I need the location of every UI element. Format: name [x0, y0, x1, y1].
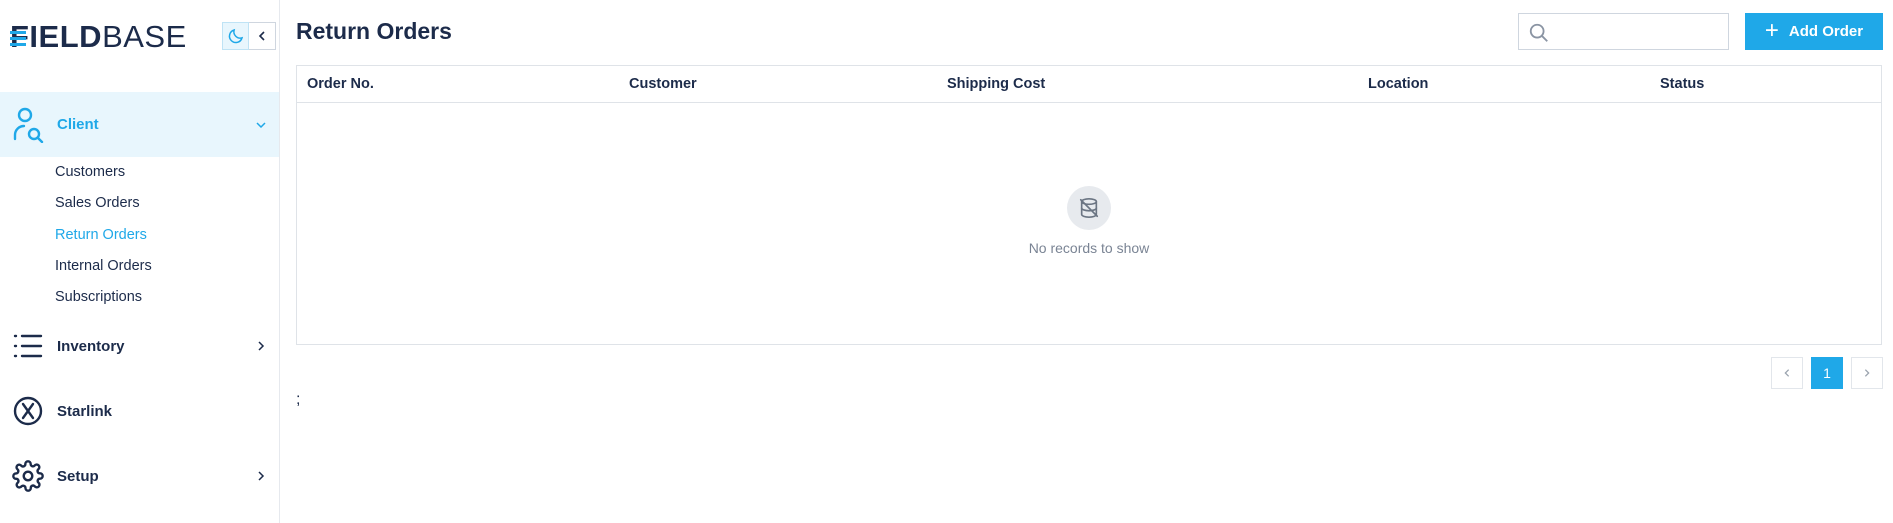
nav-group-label: Starlink — [57, 402, 113, 420]
nav-group-inventory[interactable]: Inventory — [0, 326, 279, 366]
sidebar-item-sales-orders[interactable]: Sales Orders — [55, 195, 140, 211]
sidebar-item-return-orders[interactable]: Return Orders — [55, 227, 147, 243]
moon-icon — [228, 28, 243, 44]
pagination-next-button[interactable] — [1851, 357, 1883, 389]
no-data-icon — [1067, 186, 1111, 230]
search-input[interactable] — [1557, 18, 1722, 46]
sidebar-item-internal-orders[interactable]: Internal Orders — [55, 258, 152, 274]
add-order-button[interactable]: + Add Order — [1745, 13, 1883, 50]
logo-text-light: BASE — [102, 19, 187, 54]
add-order-label: Add Order — [1788, 23, 1864, 40]
stray-text: ; — [296, 391, 301, 408]
page-title: Return Orders — [296, 18, 452, 44]
chevron-right-icon — [1864, 369, 1870, 377]
column-header-shipping-cost[interactable]: Shipping Cost — [947, 76, 1045, 92]
chevron-right-icon — [254, 469, 268, 483]
nav-group-label: Client — [57, 116, 99, 133]
app-logo[interactable]: FIELDBASE — [10, 19, 187, 54]
pagination-page-1[interactable]: 1 — [1811, 357, 1843, 389]
table-header: Order No. Customer Shipping Cost Locatio… — [297, 66, 1881, 103]
collapse-sidebar-button[interactable] — [249, 22, 276, 50]
nav-group-label: Inventory — [57, 337, 125, 355]
chevron-right-icon — [254, 339, 268, 353]
x-circle-icon — [12, 395, 44, 427]
user-search-icon — [12, 107, 44, 143]
plus-icon: + — [1764, 16, 1779, 44]
column-header-customer[interactable]: Customer — [629, 76, 697, 92]
sidebar-item-customers[interactable]: Customers — [55, 164, 125, 180]
chevron-left-icon — [258, 31, 265, 41]
list-icon — [12, 330, 44, 362]
nav-group-setup[interactable]: Setup — [0, 456, 279, 496]
sidebar-item-subscriptions[interactable]: Subscriptions — [55, 289, 142, 305]
empty-state: No records to show — [297, 186, 1881, 256]
orders-table: Order No. Customer Shipping Cost Locatio… — [296, 65, 1882, 345]
chevron-left-icon — [1784, 369, 1790, 377]
sidebar-controls — [222, 22, 276, 50]
theme-toggle-button[interactable] — [222, 22, 249, 50]
empty-state-text: No records to show — [1028, 240, 1150, 256]
sidebar: FIELDBASE Client Customers Sales Orders … — [0, 0, 280, 523]
logo-mark — [10, 31, 26, 49]
nav-group-label: Setup — [57, 467, 99, 485]
column-header-status[interactable]: Status — [1660, 76, 1704, 92]
search-field[interactable] — [1518, 13, 1729, 50]
nav-group-starlink[interactable]: Starlink — [0, 391, 279, 431]
column-header-order-no[interactable]: Order No. — [307, 76, 374, 92]
chevron-down-icon — [254, 118, 268, 132]
pagination-prev-button[interactable] — [1771, 357, 1803, 389]
search-icon — [1529, 23, 1548, 42]
gear-icon — [12, 460, 44, 492]
column-header-location[interactable]: Location — [1368, 76, 1428, 92]
nav-group-client[interactable]: Client — [0, 92, 279, 157]
